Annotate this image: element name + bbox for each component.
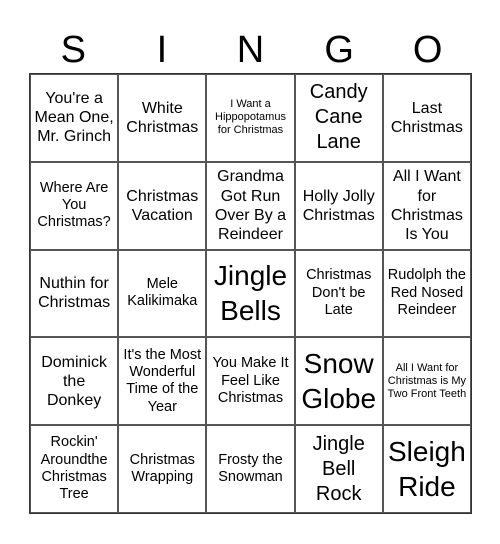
bingo-cell[interactable]: White Christmas <box>118 74 207 162</box>
bingo-cell[interactable]: Sleigh Ride <box>382 425 471 513</box>
bingo-cell[interactable]: Christmas Wrapping <box>118 425 207 513</box>
bingo-cell[interactable]: Rudolph the Red Nosed Reindeer <box>382 249 471 338</box>
bingo-cell[interactable]: I Want a Hippopotamus for Christmas <box>206 74 295 162</box>
bingo-cell[interactable]: Jingle Bells <box>206 249 295 338</box>
bingo-cell[interactable]: You're a Mean One, Mr. Grinch <box>30 74 119 162</box>
bingo-cell[interactable]: Mele Kalikimaka <box>118 249 207 338</box>
bingo-cell[interactable]: Jingle Bell Rock <box>294 425 383 513</box>
bingo-board: You're a Mean One, Mr. Grinch White Chri… <box>29 73 472 514</box>
bingo-cell[interactable]: Nuthin for Christmas <box>30 249 119 338</box>
bingo-cell[interactable]: Snow Globe <box>294 337 383 426</box>
bingo-cell[interactable]: Candy Cane Lane <box>294 74 383 162</box>
bingo-cell[interactable]: Where Are You Christmas? <box>30 161 119 250</box>
header-letter-s: S <box>60 29 86 71</box>
header-letter-o: O <box>412 29 443 71</box>
bingo-cell[interactable]: All I Want for Christmas is My Two Front… <box>382 337 471 426</box>
bingo-cell[interactable]: It's the Most Wonderful Time of the Year <box>118 337 207 426</box>
header-letter-g: G <box>324 29 354 71</box>
bingo-cell[interactable]: Christmas Vacation <box>118 161 207 250</box>
bingo-header: S I N G O <box>29 28 472 73</box>
bingo-cell[interactable]: Rockin' Aroundthe Christmas Tree <box>30 425 119 513</box>
bingo-cell[interactable]: You Make It Feel Like Christmas <box>206 337 295 426</box>
bingo-cell[interactable]: Dominick the Donkey <box>30 337 119 426</box>
bingo-cell[interactable]: Holly Jolly Christmas <box>294 161 383 250</box>
bingo-cell[interactable]: All I Want for Christmas Is You <box>382 161 471 250</box>
bingo-cell[interactable]: Last Christmas <box>382 74 471 162</box>
bingo-cell[interactable]: Christmas Don't be Late <box>294 249 383 338</box>
bingo-cell[interactable]: Frosty the Snowman <box>206 425 295 513</box>
header-letter-n: N <box>236 29 265 71</box>
header-letter-i: I <box>156 29 168 71</box>
bingo-cell[interactable]: Grandma Got Run Over By a Reindeer <box>206 161 295 250</box>
